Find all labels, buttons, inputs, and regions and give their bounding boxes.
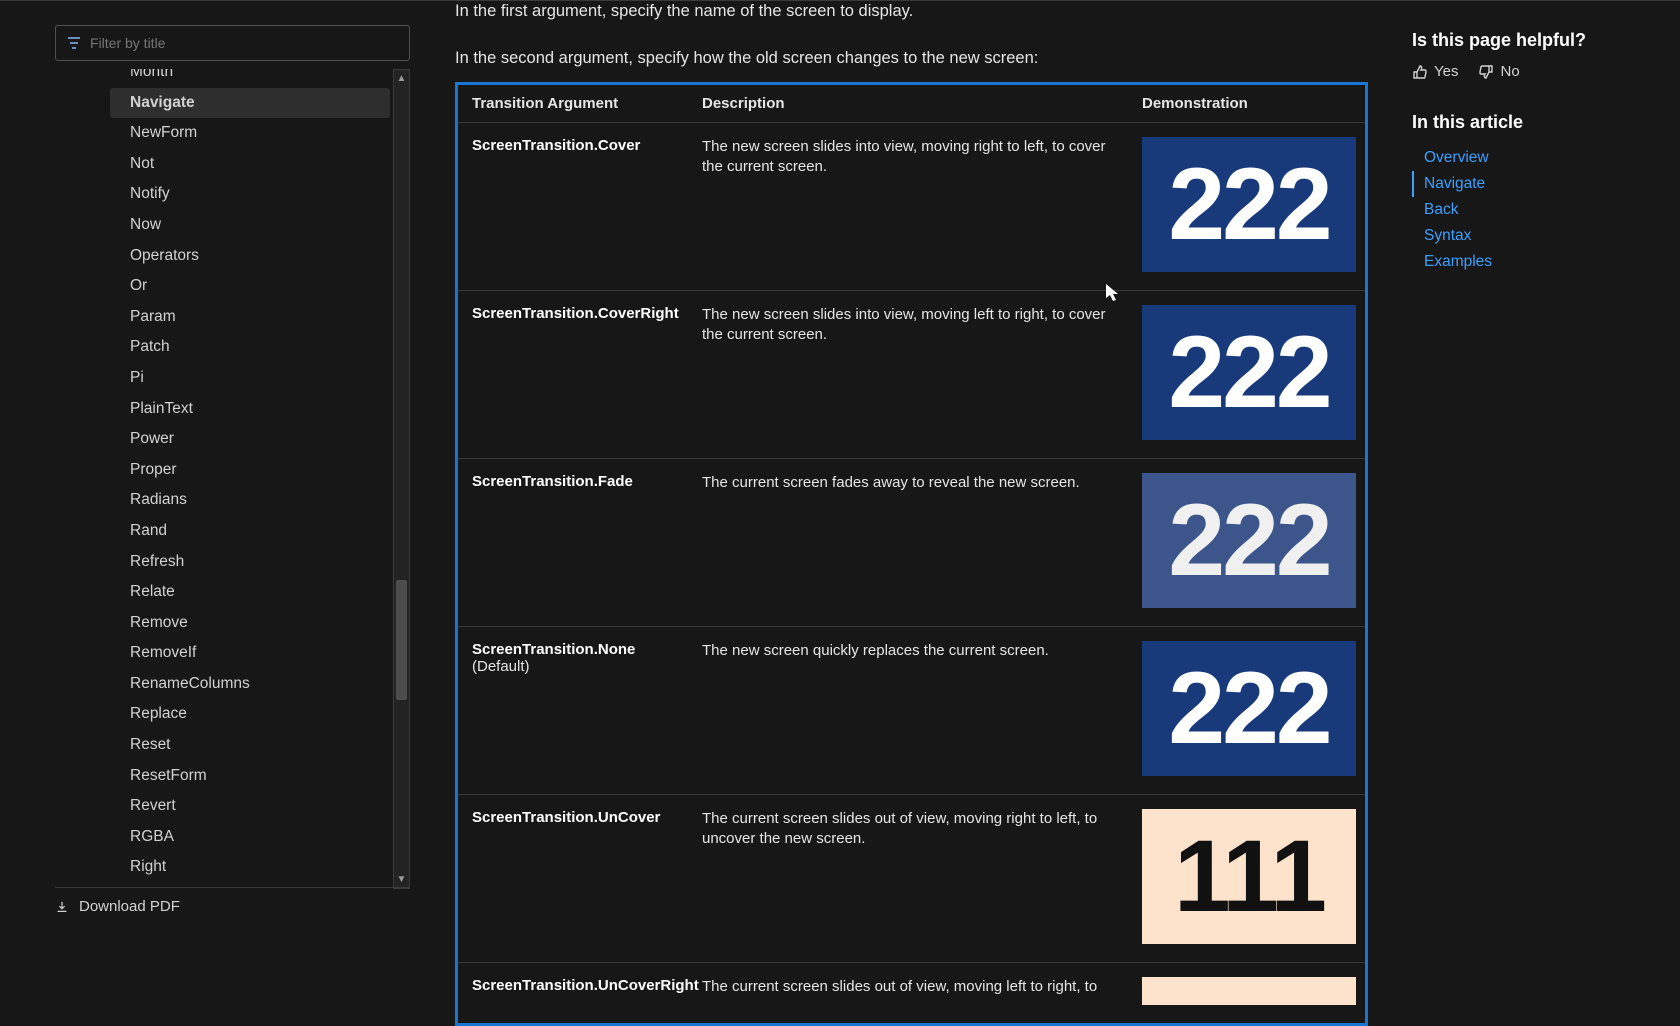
sidebar-item-notify[interactable]: Notify (55, 179, 390, 210)
toc-item-syntax[interactable]: Syntax (1412, 223, 1662, 249)
sidebar-item-replace[interactable]: Replace (55, 699, 390, 730)
sidebar-item-navigate[interactable]: Navigate (110, 88, 390, 119)
sidebar-item-renamecolumns[interactable]: RenameColumns (55, 669, 390, 700)
transition-demo: 222 (1142, 305, 1356, 440)
sidebar-item-operators[interactable]: Operators (55, 241, 390, 272)
sidebar-item-removeif[interactable]: RemoveIf (55, 638, 390, 669)
table-row: ScreenTransition.UnCoverThe current scre… (458, 794, 1365, 962)
transition-demo: 111 (1142, 809, 1356, 944)
th-demonstration: Demonstration (1142, 95, 1351, 112)
sidebar-item-or[interactable]: Or (55, 271, 390, 302)
helpful-no-label: No (1500, 63, 1519, 80)
sidebar-item-radians[interactable]: Radians (55, 485, 390, 516)
transition-demo: 222 (1142, 137, 1356, 272)
transition-description: The current screen slides out of view, m… (702, 809, 1142, 944)
toc-item-back[interactable]: Back (1412, 197, 1662, 223)
intro-paragraph-2: In the second argument, specify how the … (455, 49, 1385, 68)
sidebar-item-refresh[interactable]: Refresh (55, 547, 390, 578)
transition-demo: 222 (1142, 641, 1356, 776)
transition-argument: ScreenTransition.Fade (472, 473, 702, 608)
table-row: ScreenTransition.None(Default)The new sc… (458, 626, 1365, 794)
sidebar-item-now[interactable]: Now (55, 210, 390, 241)
helpful-yes-button[interactable]: Yes (1412, 63, 1458, 80)
sidebar-item-proper[interactable]: Proper (55, 455, 390, 486)
th-description: Description (702, 95, 1142, 112)
helpful-no-button[interactable]: No (1478, 63, 1519, 80)
sidebar-scrollbar-thumb[interactable] (396, 580, 407, 700)
helpful-title: Is this page helpful? (1412, 30, 1662, 51)
download-pdf-button[interactable]: Download PDF (55, 887, 410, 915)
sidebar-item-right[interactable]: Right (55, 852, 390, 883)
sidebar-item-param[interactable]: Param (55, 302, 390, 333)
download-icon (55, 900, 69, 914)
sidebar-item-patch[interactable]: Patch (55, 332, 390, 363)
demo-tile: 111 (1142, 809, 1356, 944)
demo-tile: 222 (1142, 137, 1356, 272)
helpful-yes-label: Yes (1434, 63, 1458, 80)
toc-list: OverviewNavigateBackSyntaxExamples (1412, 145, 1662, 275)
sidebar-item-relate[interactable]: Relate (55, 577, 390, 608)
sidebar-item-pi[interactable]: Pi (55, 363, 390, 394)
transition-description: The new screen quickly replaces the curr… (702, 641, 1142, 776)
table-row: ScreenTransition.CoverRightThe new scree… (458, 290, 1365, 458)
sidebar-item-reset[interactable]: Reset (55, 730, 390, 761)
right-sidebar: Is this page helpful? Yes No In this art… (1412, 30, 1662, 275)
toc-item-overview[interactable]: Overview (1412, 145, 1662, 171)
nav-list[interactable]: MonthNavigateNewFormNotNotifyNowOperator… (55, 69, 390, 889)
scroll-up-icon[interactable]: ▲ (394, 70, 409, 87)
transition-argument: ScreenTransition.None(Default) (472, 641, 702, 776)
transition-description: The current screen slides out of view, m… (702, 977, 1142, 1005)
sidebar-scrollbar[interactable]: ▲ ▼ (393, 69, 410, 889)
thumbs-up-icon (1412, 64, 1428, 80)
sidebar-item-rand[interactable]: Rand (55, 516, 390, 547)
filter-input[interactable] (90, 35, 399, 51)
thumbs-down-icon (1478, 64, 1494, 80)
sidebar-item-remove[interactable]: Remove (55, 608, 390, 639)
left-sidebar: MonthNavigateNewFormNotNotifyNowOperator… (55, 25, 410, 889)
table-row: ScreenTransition.UnCoverRightThe current… (458, 962, 1365, 1023)
transition-argument: ScreenTransition.Cover (472, 137, 702, 272)
transition-argument: ScreenTransition.CoverRight (472, 305, 702, 440)
sidebar-item-resetform[interactable]: ResetForm (55, 761, 390, 792)
filter-icon (66, 35, 82, 51)
download-pdf-label: Download PDF (79, 898, 180, 915)
transition-argument: ScreenTransition.UnCover (472, 809, 702, 944)
demo-tile: 222 (1142, 305, 1356, 440)
article-main: In the first argument, specify the name … (455, 0, 1385, 1026)
table-header-row: Transition Argument Description Demonstr… (458, 85, 1365, 123)
toc-title: In this article (1412, 112, 1662, 133)
sidebar-item-not[interactable]: Not (55, 149, 390, 180)
table-row: ScreenTransition.CoverThe new screen sli… (458, 123, 1365, 290)
table-row: ScreenTransition.FadeThe current screen … (458, 458, 1365, 626)
transition-demo (1142, 977, 1356, 1005)
demo-tile: 222 (1142, 641, 1356, 776)
transition-demo: 222 (1142, 473, 1356, 608)
toc-item-examples[interactable]: Examples (1412, 249, 1662, 275)
th-argument: Transition Argument (472, 95, 702, 112)
demo-tile (1142, 977, 1356, 1005)
transition-description: The new screen slides into view, moving … (702, 137, 1142, 272)
transition-description: The new screen slides into view, moving … (702, 305, 1142, 440)
sidebar-item-month[interactable]: Month (55, 69, 390, 88)
toc-item-navigate[interactable]: Navigate (1412, 171, 1662, 197)
sidebar-item-rgba[interactable]: RGBA (55, 822, 390, 853)
scroll-down-icon[interactable]: ▼ (394, 871, 409, 888)
transition-argument: ScreenTransition.UnCoverRight (472, 977, 702, 1005)
transition-table: Transition Argument Description Demonstr… (455, 82, 1368, 1026)
sidebar-item-power[interactable]: Power (55, 424, 390, 455)
nav-list-wrap: MonthNavigateNewFormNotNotifyNowOperator… (55, 69, 410, 889)
sidebar-item-newform[interactable]: NewForm (55, 118, 390, 149)
helpful-buttons: Yes No (1412, 63, 1662, 80)
intro-paragraph-1: In the first argument, specify the name … (455, 2, 1385, 21)
transition-description: The current screen fades away to reveal … (702, 473, 1142, 608)
transition-argument-sub: (Default) (472, 658, 702, 675)
sidebar-item-plaintext[interactable]: PlainText (55, 394, 390, 425)
sidebar-item-revert[interactable]: Revert (55, 791, 390, 822)
demo-tile: 222 (1142, 473, 1356, 608)
filter-by-title-input-wrap[interactable] (55, 25, 410, 61)
